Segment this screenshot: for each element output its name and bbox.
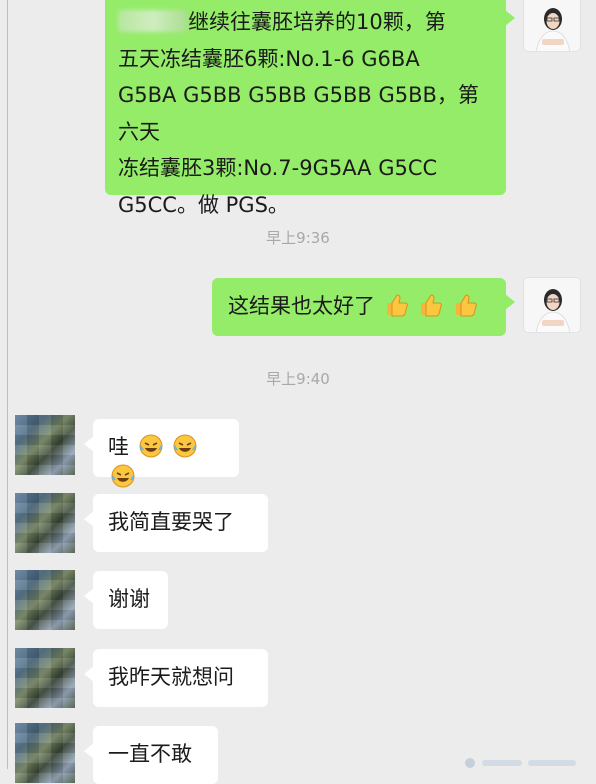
their-message-bubble-4[interactable]: 我昨天就想问 (84, 649, 268, 707)
contact-avatar[interactable] (15, 415, 75, 475)
crying-laughing-icon (111, 464, 135, 488)
my-avatar[interactable] (523, 0, 581, 52)
my-message-line: G5BA G5BB G5BB G5BB G5BB，第六天 (118, 83, 479, 144)
my-message-line: 五天冻结囊胚6颗:No.1-6 G6BA (118, 46, 420, 71)
their-message-text: 一直不敢 (108, 742, 192, 766)
my-message-bubble-1[interactable]: 继续往囊胚培养的10颗，第 五天冻结囊胚6颗:No.1-6 G6BA G5BA … (105, 0, 515, 217)
their-message-bubble-2[interactable]: 我简直要哭了 (84, 494, 268, 552)
my-message-line: G5CC。做 PGS。 (118, 192, 289, 217)
contact-avatar[interactable] (15, 648, 75, 708)
my-message-text: 这结果也太好了 (228, 294, 375, 318)
crying-laughing-icon (139, 434, 163, 458)
their-message-text: 我简直要哭了 (108, 510, 234, 534)
my-message-bubble-2[interactable]: 这结果也太好了 (212, 278, 515, 336)
contact-avatar[interactable] (15, 493, 75, 553)
crying-laughing-icon (173, 434, 197, 458)
blurred-name (118, 10, 188, 32)
contact-avatar[interactable] (15, 570, 75, 630)
contact-avatar[interactable] (15, 723, 75, 783)
my-avatar[interactable] (523, 277, 581, 333)
their-message-text: 谢谢 (108, 587, 150, 611)
my-message-line: 继续往囊胚培养的10颗，第 (118, 4, 496, 41)
thumbs-up-icon (456, 294, 477, 317)
my-message-line: 冻结囊胚3颗:No.7-9G5AA G5CC (118, 156, 438, 180)
timestamp: 早上9:40 (266, 370, 330, 388)
their-message-text: 我昨天就想问 (108, 665, 234, 689)
thumbs-up-icon (421, 294, 443, 317)
thumbs-up-icon (386, 294, 408, 317)
their-message-text: 哇 (108, 435, 129, 459)
their-message-bubble-1[interactable]: 哇 (84, 419, 239, 488)
their-message-bubble-5[interactable]: 一直不敢 (84, 726, 218, 784)
their-message-bubble-3[interactable]: 谢谢 (84, 571, 168, 629)
timestamp: 早上9:36 (266, 229, 330, 247)
watermark (462, 757, 592, 769)
